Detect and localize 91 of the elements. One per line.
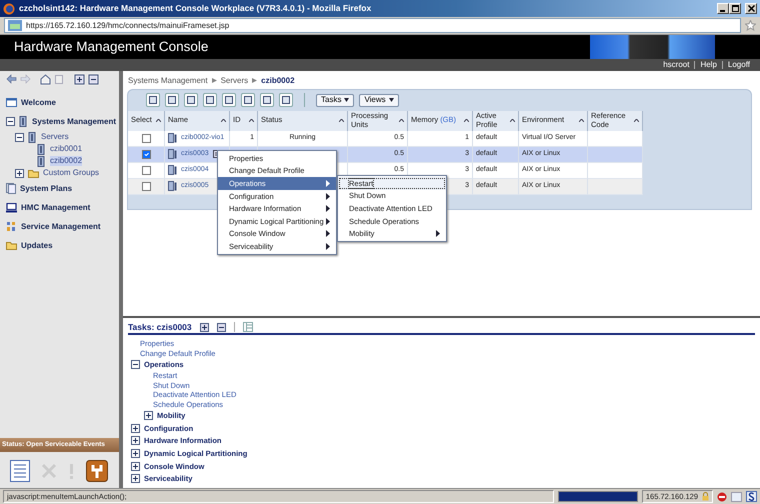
arrow-icon — [212, 78, 217, 84]
s-icon[interactable] — [746, 491, 757, 502]
submenu-arrow-icon — [436, 230, 440, 238]
collapse-all-icon[interactable] — [216, 322, 226, 332]
wrench-icon[interactable] — [86, 460, 108, 482]
breadcrumb-item[interactable]: Servers — [220, 76, 248, 86]
nav-item[interactable]: Servers — [41, 132, 69, 142]
maximize-button[interactable] — [729, 3, 741, 14]
server-icon — [168, 133, 177, 144]
row-checkbox[interactable] — [142, 150, 150, 159]
close-button[interactable] — [745, 3, 757, 14]
arrow-icon — [252, 78, 258, 84]
server-icon — [168, 149, 177, 160]
server-icon — [168, 165, 177, 176]
expand-icon[interactable] — [131, 436, 140, 446]
folder-icon — [28, 168, 39, 178]
server-icon — [28, 132, 37, 142]
expand-icon[interactable] — [15, 168, 24, 178]
sort-icon — [579, 119, 584, 122]
edit-button[interactable] — [241, 93, 255, 108]
app-title: Hardware Management Console — [14, 38, 210, 56]
collapse-icon[interactable] — [131, 360, 140, 370]
nav-item[interactable]: czib0002 — [50, 156, 82, 166]
header-link[interactable]: Logoff — [728, 60, 750, 70]
nav-item[interactable]: Welcome — [21, 98, 56, 108]
row-checkbox[interactable] — [142, 166, 150, 175]
address-field[interactable]: https://165.72.160.129/hmc/connects/mainuiFrameset.jsp — [4, 18, 741, 33]
computer-icon — [6, 202, 17, 212]
sort-icon — [221, 119, 226, 122]
row-checkbox[interactable] — [142, 134, 150, 143]
sort-icon — [156, 119, 161, 122]
minimize-button[interactable] — [717, 3, 729, 14]
refresh-button[interactable] — [146, 93, 160, 108]
filter-button[interactable] — [203, 93, 217, 108]
back-arrow-icon[interactable] — [6, 74, 17, 84]
caret-icon — [388, 98, 394, 102]
nav-item[interactable]: Updates — [21, 240, 53, 250]
row-checkbox[interactable] — [142, 182, 150, 191]
window-title: czcholsint142: Hardware Management Console Workplace (V7R3.4.0.1) - Mozilla Firefox — [19, 3, 372, 14]
breadcrumb-item: czib0002 — [261, 76, 295, 86]
close-icon — [748, 5, 754, 12]
columns-button[interactable] — [184, 93, 198, 108]
expand-icon[interactable] — [131, 462, 140, 471]
breadcrumb-item[interactable]: Systems Management — [128, 76, 208, 86]
collapse-all-icon[interactable] — [88, 74, 99, 84]
home-icon[interactable] — [40, 74, 51, 84]
menu-button[interactable]: Views — [359, 94, 399, 107]
collapse-icon[interactable] — [6, 117, 15, 126]
window-icon — [6, 98, 17, 107]
expand-icon[interactable] — [131, 448, 140, 458]
copy-button[interactable] — [165, 93, 179, 108]
server-icon — [168, 181, 177, 192]
clipboard-button[interactable] — [279, 93, 293, 108]
gear-button[interactable] — [260, 93, 274, 108]
site-icon — [8, 20, 22, 31]
server-icon — [19, 116, 28, 127]
expand-all-icon[interactable] — [200, 322, 209, 332]
maximize-icon — [732, 5, 738, 12]
tools-icon — [6, 221, 17, 232]
sort-icon — [634, 119, 639, 122]
expand-icon[interactable] — [144, 411, 153, 420]
user-name: hscroot — [663, 60, 690, 70]
server-icon — [37, 144, 46, 154]
sort-icon — [399, 119, 404, 122]
firefox-icon — [3, 2, 15, 14]
document-icon — [6, 183, 16, 194]
sort-icon — [339, 119, 344, 122]
padlock-icon — [702, 492, 709, 501]
folder-icon — [6, 241, 17, 250]
list-icon[interactable] — [10, 460, 30, 482]
nav-item[interactable]: System Plans — [20, 184, 72, 194]
stop-icon[interactable] — [717, 492, 727, 502]
pencil-button[interactable] — [222, 93, 236, 108]
menu-button[interactable]: Tasks — [316, 94, 354, 107]
server-icon — [37, 156, 46, 166]
nav-item[interactable]: Service Management — [21, 222, 101, 232]
sort-icon — [249, 119, 254, 122]
sort-icon — [510, 119, 515, 122]
sort-icon — [464, 119, 469, 122]
collapse-icon[interactable] — [15, 132, 24, 142]
nav-item[interactable]: Custom Groups — [43, 168, 100, 178]
expand-icon[interactable] — [131, 424, 140, 433]
header-link[interactable]: Help — [700, 60, 717, 70]
nav-item[interactable]: HMC Management — [21, 202, 90, 212]
nav-item[interactable]: Systems Management — [32, 116, 116, 126]
expand-icon[interactable] — [131, 474, 140, 484]
star-icon[interactable] — [745, 20, 756, 31]
caret-icon — [344, 98, 350, 102]
expand-all-icon[interactable] — [74, 74, 85, 84]
tasks-title: Tasks: czis0003 — [128, 322, 192, 332]
nav-item[interactable]: czib0001 — [50, 144, 82, 154]
